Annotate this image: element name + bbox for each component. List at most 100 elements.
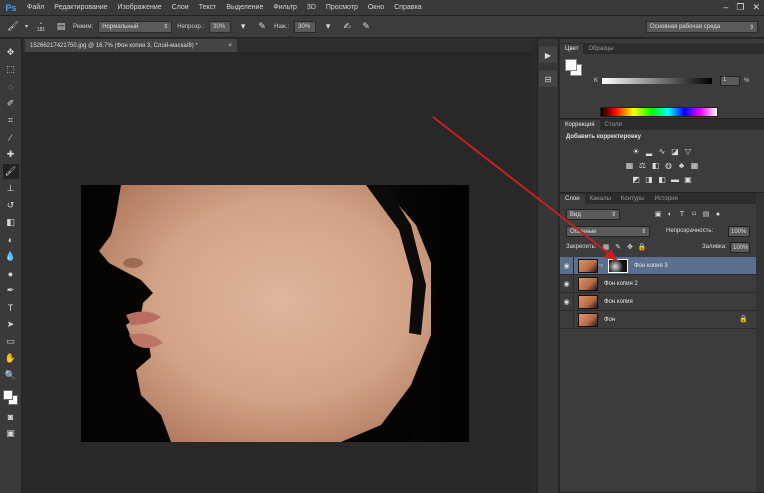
zoom-tool-icon[interactable]: 🔍: [3, 368, 19, 383]
layer-opacity-input[interactable]: 100%: [728, 226, 750, 237]
k-slider[interactable]: [602, 78, 712, 84]
type-tool-icon[interactable]: T: [3, 300, 19, 315]
tab-history[interactable]: История: [649, 194, 682, 204]
layer-mask-thumbnail[interactable]: [608, 258, 628, 273]
k-value-input[interactable]: 1: [720, 76, 740, 86]
path-select-tool-icon[interactable]: ➤: [3, 317, 19, 332]
eye-icon[interactable]: ◉: [560, 310, 574, 329]
pen-tool-icon[interactable]: ✒: [3, 283, 19, 298]
filter-type-icon[interactable]: T: [678, 209, 686, 219]
invert-icon[interactable]: ◩: [631, 174, 641, 184]
filter-adjustment-icon[interactable]: ◐: [666, 209, 674, 219]
foreground-color-swatch[interactable]: [2, 390, 13, 400]
eyedropper-tool-icon[interactable]: ⁄: [3, 130, 19, 145]
hue-saturation-icon[interactable]: ▦: [625, 160, 635, 170]
eraser-tool-icon[interactable]: ◧: [3, 215, 19, 230]
document-tab[interactable]: 15266217421750.jpg @ 16.7% (Фон копия 3,…: [25, 39, 237, 52]
marquee-tool-icon[interactable]: ⬚: [3, 62, 19, 77]
quick-select-tool-icon[interactable]: ✐: [3, 96, 19, 111]
tab-channels[interactable]: Каналы: [585, 194, 616, 204]
menu-filter[interactable]: Фильтр: [268, 4, 302, 11]
screen-mode-icon[interactable]: ▣: [3, 426, 19, 441]
quick-mask-icon[interactable]: ◙: [3, 409, 19, 424]
eye-icon[interactable]: ◉: [560, 292, 574, 311]
menu-help[interactable]: Справка: [389, 4, 426, 11]
brush-tool-icon[interactable]: 🖌: [6, 20, 20, 34]
menu-file[interactable]: Файл: [22, 4, 49, 11]
lock-all-icon[interactable]: 🔒: [638, 242, 647, 252]
tab-styles[interactable]: Стили: [600, 120, 627, 130]
flow-input[interactable]: 30%: [294, 20, 317, 33]
menu-image[interactable]: Изображение: [113, 4, 167, 11]
gradient-map-icon[interactable]: ▬: [670, 174, 680, 184]
chain-link-icon[interactable]: ∞: [599, 263, 605, 269]
layer-row[interactable]: ◉ ∞ Фон копия 3: [560, 256, 756, 275]
brush-panel-icon[interactable]: ▤: [54, 20, 68, 34]
restore-icon[interactable]: ❐: [736, 2, 744, 13]
tab-swatches[interactable]: Образцы: [583, 44, 618, 54]
vibrance-icon[interactable]: ▽: [683, 146, 693, 156]
layer-filter-select[interactable]: Вид ⇕: [566, 209, 620, 220]
threshold-icon[interactable]: ◧: [657, 174, 667, 184]
gradient-tool-icon[interactable]: ◐: [3, 232, 19, 247]
filter-shape-icon[interactable]: ⌑: [690, 209, 698, 219]
move-tool-icon[interactable]: ✥: [3, 45, 19, 60]
menu-text[interactable]: Текст: [194, 4, 222, 11]
crop-tool-icon[interactable]: ⌗: [3, 113, 19, 128]
healing-brush-tool-icon[interactable]: ✚: [3, 147, 19, 162]
close-icon[interactable]: ✕: [752, 2, 760, 13]
mode-select[interactable]: Нормальный ⇕: [98, 20, 173, 33]
black-white-icon[interactable]: ◧: [651, 160, 661, 170]
photo-filter-icon[interactable]: ◍: [664, 160, 674, 170]
menu-layers[interactable]: Слои: [167, 4, 194, 11]
hand-tool-icon[interactable]: ✋: [3, 351, 19, 366]
menu-3d[interactable]: 3D: [302, 4, 321, 11]
color-lookup-icon[interactable]: ▦: [690, 160, 700, 170]
airbrush-icon[interactable]: ✍: [340, 20, 354, 34]
clone-stamp-tool-icon[interactable]: ⊥: [3, 181, 19, 196]
close-tab-icon[interactable]: ×: [228, 43, 232, 49]
pressure-opacity-icon[interactable]: ✎: [255, 20, 269, 34]
blend-mode-select[interactable]: Обычные ⇕: [566, 226, 650, 237]
play-action-icon[interactable]: ▶: [539, 47, 557, 63]
dropdown-arrow-icon[interactable]: ▾: [321, 20, 335, 34]
layer-row[interactable]: ◉ Фон копия: [560, 292, 756, 311]
lock-transparency-icon[interactable]: ▦: [602, 242, 610, 252]
curves-icon[interactable]: ∿: [657, 146, 667, 156]
brush-size-picker[interactable]: • 181: [33, 21, 49, 33]
levels-icon[interactable]: ▂: [644, 146, 654, 156]
lasso-tool-icon[interactable]: ◌: [3, 79, 19, 94]
color-balance-icon[interactable]: ⚖: [638, 160, 648, 170]
chevron-down-icon[interactable]: ▾: [25, 23, 28, 30]
posterize-icon[interactable]: ◨: [644, 174, 654, 184]
tab-color[interactable]: Цвет: [560, 44, 584, 54]
minimize-icon[interactable]: –: [723, 2, 728, 13]
history-brush-tool-icon[interactable]: ↺: [3, 198, 19, 213]
menu-view[interactable]: Просмотр: [321, 4, 363, 11]
menu-select[interactable]: Выделение: [221, 4, 268, 11]
layer-row[interactable]: ◉ Фон 🔒: [560, 310, 756, 329]
color-swatches[interactable]: [2, 389, 20, 407]
tab-layers[interactable]: Слои: [560, 194, 585, 204]
layer-row[interactable]: ◉ Фон копия 2: [560, 274, 756, 293]
properties-icon[interactable]: ⊟: [539, 71, 557, 87]
menu-edit[interactable]: Редактирование: [49, 4, 112, 11]
exposure-icon[interactable]: ◪: [670, 146, 680, 156]
fill-input[interactable]: 100%: [730, 242, 750, 253]
filter-toggle-icon[interactable]: ●: [714, 209, 722, 219]
foreground-color-chip[interactable]: [565, 59, 577, 71]
dropdown-arrow-icon[interactable]: ▾: [236, 20, 250, 34]
filter-pixel-icon[interactable]: ▣: [654, 209, 662, 219]
blur-tool-icon[interactable]: 💧: [3, 249, 19, 264]
workspace-select[interactable]: Основная рабочая среда ⇕: [646, 21, 758, 33]
color-spectrum[interactable]: [600, 107, 718, 117]
canvas-area[interactable]: [23, 52, 533, 493]
lock-position-icon[interactable]: ✥: [626, 242, 634, 252]
brightness-icon[interactable]: ☀: [631, 146, 641, 156]
shape-tool-icon[interactable]: ▭: [3, 334, 19, 349]
eye-icon[interactable]: ◉: [560, 274, 574, 293]
opacity-input[interactable]: 30%: [209, 20, 232, 33]
menu-window[interactable]: Окно: [363, 4, 389, 11]
filter-smart-object-icon[interactable]: ▤: [702, 209, 710, 219]
eye-icon[interactable]: ◉: [560, 256, 574, 275]
